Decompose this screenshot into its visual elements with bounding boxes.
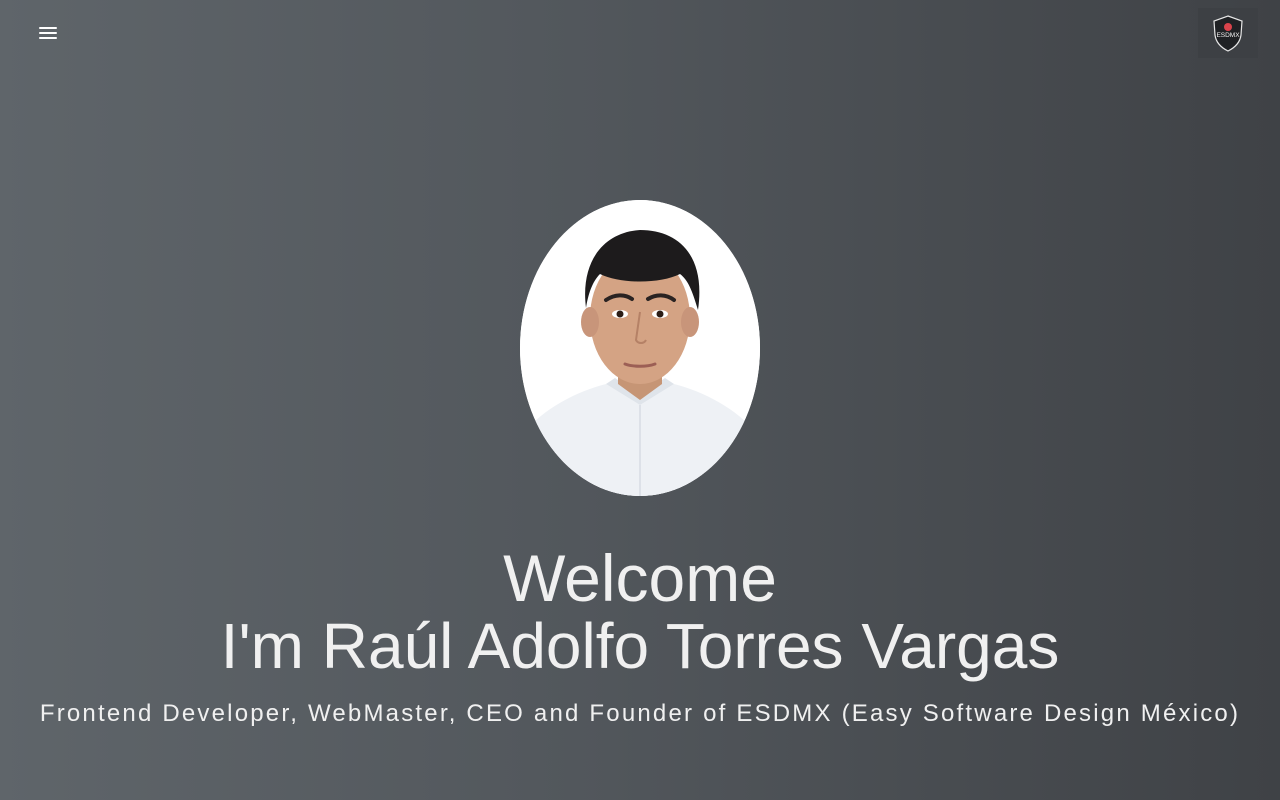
shield-logo-icon: ESDMX (1213, 15, 1243, 52)
profile-photo (520, 200, 760, 496)
welcome-heading: Welcome (503, 541, 777, 615)
menu-button[interactable] (30, 18, 66, 48)
hamburger-menu-icon (39, 27, 57, 39)
name-heading: I'm Raúl Adolfo Torres Vargas (220, 610, 1060, 682)
esdmx-logo[interactable]: ESDMX (1198, 8, 1258, 58)
logo-text: ESDMX (1216, 32, 1240, 39)
role-subtitle: Frontend Developer, WebMaster, CEO and F… (39, 700, 1241, 727)
